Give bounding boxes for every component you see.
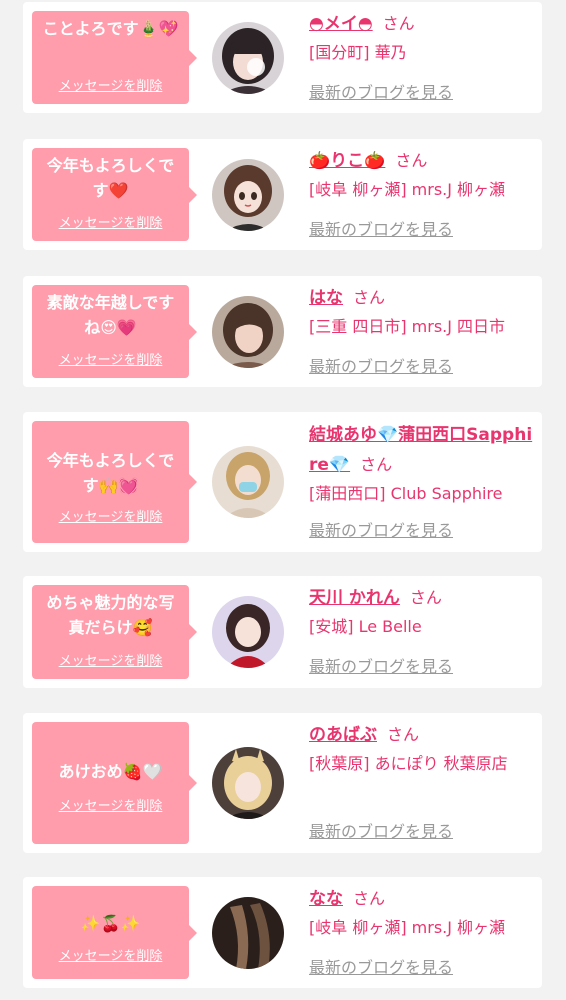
message-card: 素敵な年越しですね😍💗 メッセージを削除 はな さん [三重 四日市] mrs.J… — [23, 276, 542, 387]
shop-label: [国分町] 華乃 — [309, 43, 407, 62]
avatar-image-icon — [212, 897, 284, 969]
avatar-image-icon — [212, 159, 284, 231]
avatar[interactable] — [212, 596, 284, 668]
girl-info: 🍅りこ🍅 さん [岐阜 柳ヶ瀬] mrs.J 柳ヶ瀬 — [309, 146, 537, 204]
girl-name-link[interactable]: ◓メイ◓ — [309, 14, 373, 34]
honorific: さん — [360, 455, 393, 474]
girl-info: なな さん [岐阜 柳ヶ瀬] mrs.J 柳ヶ瀬 — [309, 884, 537, 942]
honorific: さん — [353, 889, 386, 908]
latest-blog-link[interactable]: 最新のブログを見る — [309, 958, 453, 978]
delete-message-link[interactable]: メッセージを削除 — [32, 654, 189, 670]
message-text: 素敵な年越しですね😍💗 — [46, 293, 175, 337]
message-text: ✨🍒✨ — [80, 914, 141, 933]
message-bubble: 素敵な年越しですね😍💗 メッセージを削除 — [32, 285, 197, 378]
honorific: さん — [382, 14, 415, 33]
message-bubble: 今年もよろしくです❤️ メッセージを削除 — [32, 148, 197, 241]
latest-blog-link[interactable]: 最新のブログを見る — [309, 83, 453, 103]
message-text: めちゃ魅力的な写真だらけ🥰 — [46, 593, 175, 637]
message-card: 今年もよろしくです🙌💓 メッセージを削除 結城あゆ💎蒲田西口Sapphire💎 さ… — [23, 412, 542, 552]
shop-label: [岐阜 柳ヶ瀬] mrs.J 柳ヶ瀬 — [309, 180, 506, 199]
message-text: 今年もよろしくです❤️ — [46, 156, 175, 200]
girl-name-link[interactable]: 🍅りこ🍅 — [309, 151, 385, 171]
message-bubble: ことよろです🎍💖 メッセージを削除 — [32, 11, 197, 104]
avatar-image-icon — [212, 596, 284, 668]
honorific: さん — [387, 725, 420, 744]
girl-name-link[interactable]: 天川 かれん — [309, 588, 400, 608]
delete-message-link[interactable]: メッセージを削除 — [32, 79, 189, 95]
shop-label: [秋葉原] あにぽり 秋葉原店 — [309, 754, 508, 773]
message-text: あけおめ🍓🤍 — [58, 762, 163, 781]
shop-label: [安城] Le Belle — [309, 617, 422, 636]
honorific: さん — [409, 588, 442, 607]
message-card: ことよろです🎍💖 メッセージを削除 ◓メイ◓ さん [国分町] 華乃 最新のブログ… — [23, 2, 542, 113]
girl-info: 結城あゆ💎蒲田西口Sapphire💎 さん [蒲田西口] Club Sapphir… — [309, 420, 537, 508]
message-card: ✨🍒✨ メッセージを削除 なな さん [岐阜 柳ヶ瀬] mrs.J 柳ヶ瀬 最新の… — [23, 877, 542, 988]
avatar[interactable] — [212, 897, 284, 969]
avatar[interactable] — [212, 22, 284, 94]
message-bubble: 今年もよろしくです🙌💓 メッセージを削除 — [32, 421, 197, 543]
girl-info: 天川 かれん さん [安城] Le Belle — [309, 583, 537, 641]
shop-label: [蒲田西口] Club Sapphire — [309, 484, 503, 503]
message-bubble: あけおめ🍓🤍 メッセージを削除 — [32, 722, 197, 844]
latest-blog-link[interactable]: 最新のブログを見る — [309, 357, 453, 377]
message-text: ことよろです🎍💖 — [42, 19, 179, 38]
latest-blog-link[interactable]: 最新のブログを見る — [309, 220, 453, 240]
latest-blog-link[interactable]: 最新のブログを見る — [309, 521, 453, 541]
girl-name-link[interactable]: なな — [309, 889, 343, 909]
shop-label: [三重 四日市] mrs.J 四日市 — [309, 317, 506, 336]
delete-message-link[interactable]: メッセージを削除 — [32, 353, 189, 369]
delete-message-link[interactable]: メッセージを削除 — [32, 216, 189, 232]
avatar-image-icon — [212, 296, 284, 368]
delete-message-link[interactable]: メッセージを削除 — [32, 799, 189, 815]
avatar-image-icon — [212, 22, 284, 94]
avatar[interactable] — [212, 296, 284, 368]
avatar[interactable] — [212, 747, 284, 819]
honorific: さん — [353, 288, 386, 307]
avatar[interactable] — [212, 159, 284, 231]
girl-info: のあばぶ さん [秋葉原] あにぽり 秋葉原店 — [309, 720, 537, 778]
message-card: 今年もよろしくです❤️ メッセージを削除 🍅りこ🍅 さん [岐阜 柳ヶ瀬] mrs… — [23, 139, 542, 250]
avatar-image-icon — [212, 446, 284, 518]
message-card: めちゃ魅力的な写真だらけ🥰 メッセージを削除 天川 かれん さん [安城] Le … — [23, 576, 542, 688]
avatar[interactable] — [212, 446, 284, 518]
message-list: ことよろです🎍💖 メッセージを削除 ◓メイ◓ さん [国分町] 華乃 最新のブログ… — [0, 0, 566, 1000]
girl-info: ◓メイ◓ さん [国分町] 華乃 — [309, 9, 537, 67]
message-bubble: ✨🍒✨ メッセージを削除 — [32, 886, 197, 979]
message-card: あけおめ🍓🤍 メッセージを削除 のあばぶ さん [秋葉原] あにぽり 秋葉原店 最… — [23, 713, 542, 853]
shop-label: [岐阜 柳ヶ瀬] mrs.J 柳ヶ瀬 — [309, 918, 506, 937]
message-bubble: めちゃ魅力的な写真だらけ🥰 メッセージを削除 — [32, 585, 197, 679]
delete-message-link[interactable]: メッセージを削除 — [32, 510, 189, 526]
avatar-image-icon — [212, 747, 284, 819]
girl-name-link[interactable]: のあばぶ — [309, 725, 377, 745]
girl-name-link[interactable]: 結城あゆ💎蒲田西口Sapphire💎 — [309, 425, 532, 475]
message-text: 今年もよろしくです🙌💓 — [46, 451, 175, 495]
girl-info: はな さん [三重 四日市] mrs.J 四日市 — [309, 283, 537, 341]
latest-blog-link[interactable]: 最新のブログを見る — [309, 657, 453, 677]
girl-name-link[interactable]: はな — [309, 288, 343, 308]
honorific: さん — [395, 151, 428, 170]
delete-message-link[interactable]: メッセージを削除 — [32, 949, 189, 965]
latest-blog-link[interactable]: 最新のブログを見る — [309, 822, 453, 842]
